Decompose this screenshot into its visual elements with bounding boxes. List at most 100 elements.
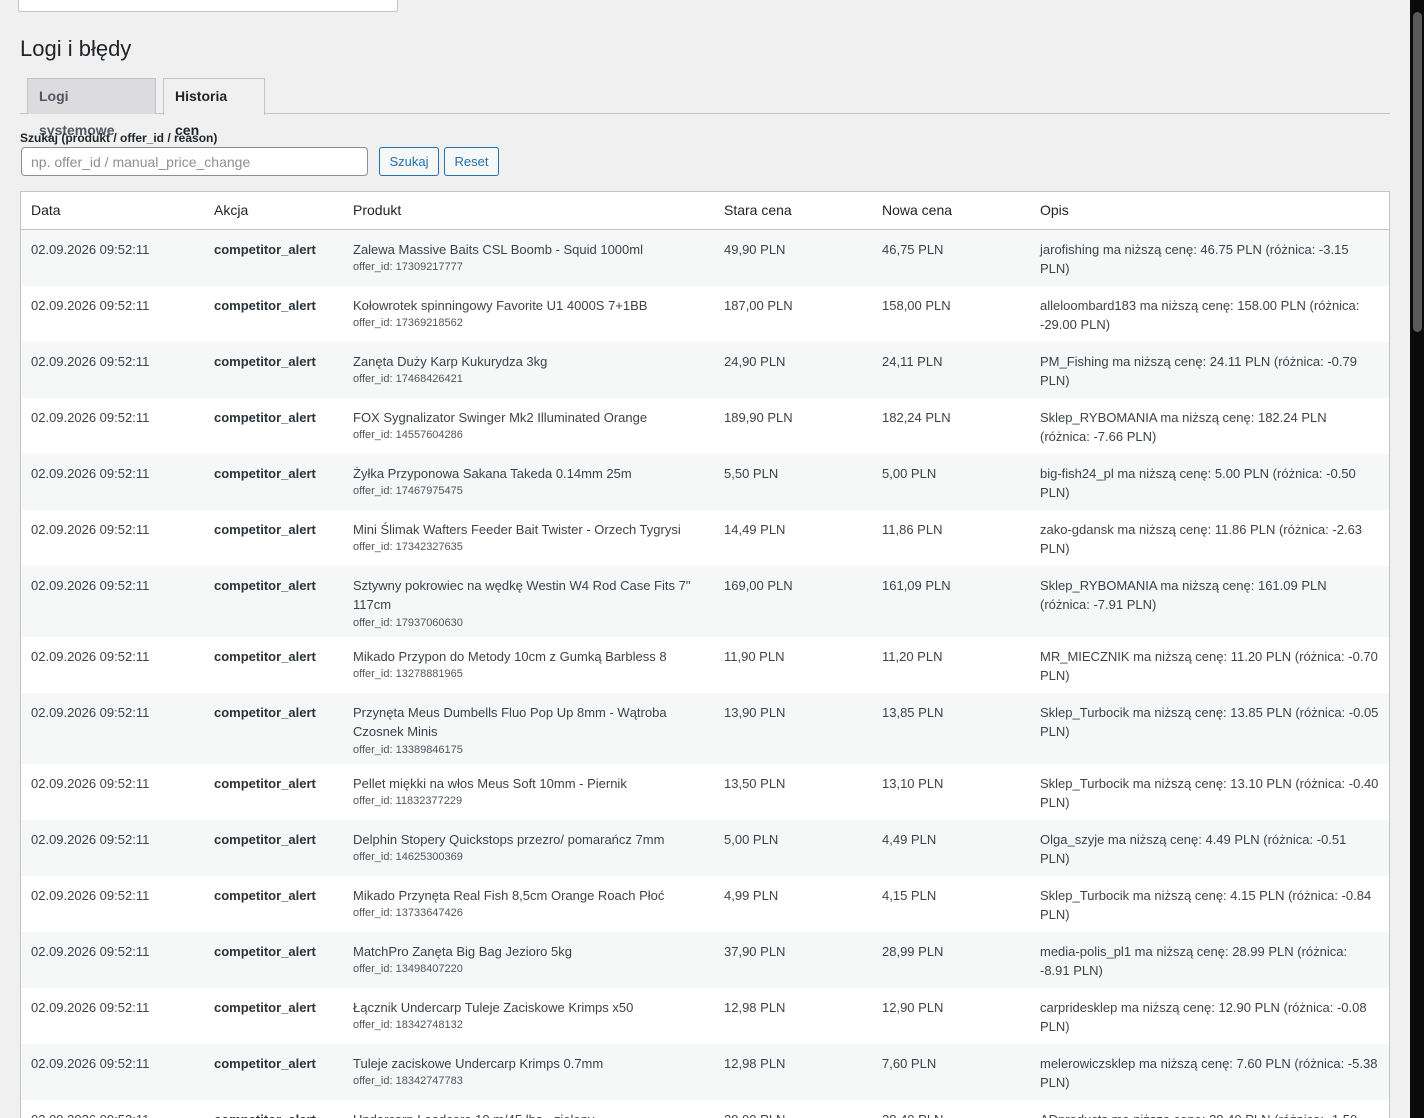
cell-new-price: 13,85 PLN	[882, 704, 944, 720]
table-row: 02.09.2026 09:52:11 competitor_alert Mini …	[21, 509, 1389, 566]
offer-id: offer_id: 17937060630	[353, 616, 463, 629]
cell-old-price: 13,50 PLN	[724, 775, 786, 791]
table-row: 02.09.2026 09:52:11competitor_alert Under…	[21, 1099, 1389, 1118]
cell-description: carpridesklep ma niższą cenę: 12.90 PLN …	[1040, 999, 1367, 1035]
tab-system-logs[interactable]: Logi systemowe	[27, 78, 156, 138]
cell-date: 02.09.2026 09:52:11	[31, 521, 150, 537]
cell-new-price: 161,09 PLN	[882, 577, 951, 593]
cell-product: Mikado Przynęta Real Fish 8,5cm Orange R…	[343, 876, 714, 932]
table-row: 02.09.2026 09:52:11 competitor_alert Kołow…	[21, 285, 1389, 342]
reset-button[interactable]: Reset	[444, 147, 499, 176]
cell-new-price: 28,99 PLN	[882, 943, 944, 959]
column-header-description: Opis	[1030, 192, 1389, 230]
table-row: 02.09.2026 09:52:11 competitor_alert Mikad…	[21, 636, 1389, 693]
cell-new-price: 5,00 PLN	[882, 465, 937, 481]
cell-product: MatchPro Zanęta Big Bag Jezioro 5kg offer…	[343, 932, 714, 988]
cell-date: 02.09.2026 09:52:11	[31, 297, 150, 313]
tab-price-history[interactable]: Historia cen	[163, 78, 265, 138]
cell-product: Pellet miękki na włos Meus Soft 10mm - P…	[343, 764, 714, 820]
cell-action: competitor_alert	[214, 943, 316, 959]
product-name: FOX Sygnalizator Swinger Mk2 Illuminated…	[353, 409, 648, 425]
cell-old-price: 14,49 PLN	[724, 521, 786, 537]
cell-description: melerowiczsklep ma niższą cenę: 7.60 PLN…	[1040, 1055, 1378, 1091]
offer-id: offer_id: 13389846175	[353, 743, 463, 756]
table-row: 02.09.2026 09:52:11 competitor_alert Match…	[21, 931, 1389, 988]
cell-date: 02.09.2026 09:52:11	[31, 704, 150, 720]
cell-old-price: 37,90 PLN	[724, 943, 786, 959]
cell-action: competitor_alert	[204, 1100, 343, 1118]
cell-new-price: 12,90 PLN	[882, 999, 944, 1015]
cell-new-price: 11,20 PLN	[882, 648, 943, 664]
table-row: 02.09.2026 09:52:11 competitor_alert Pelle…	[21, 763, 1389, 820]
product-name: Zalewa Massive Baits CSL Boomb - Squid 1…	[353, 241, 643, 257]
cell-date: 02.09.2026 09:52:11	[31, 999, 150, 1015]
offer-id: offer_id: 17467975475	[353, 485, 463, 497]
cell-old-price: 49,90 PLN	[724, 241, 786, 257]
cell-old-price: 189,90 PLN	[724, 409, 793, 425]
offer-id: offer_id: 17342327635	[353, 541, 463, 553]
cell-new-price: 11,86 PLN	[882, 521, 943, 537]
cell-action: competitor_alert	[214, 887, 316, 903]
offer-id: offer_id: 17468426421	[353, 373, 463, 385]
price-history-table: Data Akcja Produkt Stara cena Nowa cena …	[20, 191, 1390, 1118]
table-row: 02.09.2026 09:52:11 competitor_alert Sztyw…	[21, 565, 1389, 637]
cell-description: Sklep_Turbocik ma niższą cenę: 13.85 PLN…	[1040, 704, 1379, 740]
search-button[interactable]: Szukaj	[379, 147, 439, 176]
cell-description: media-polis_pl1 ma niższą cenę: 28.99 PL…	[1040, 943, 1348, 979]
cell-description: ADproducts ma niższą cenę: 28.40 PLN (ró…	[1030, 1100, 1389, 1118]
product-name: Żyłka Przyponowa Sakana Takeda 0.14mm 25…	[353, 465, 632, 481]
cell-date: 02.09.2026 09:52:11	[31, 775, 150, 791]
table-row: 02.09.2026 09:52:11 competitor_alert Delph…	[21, 819, 1389, 876]
column-header-new-price: Nowa cena	[872, 192, 1030, 230]
cell-new-price: 13,10 PLN	[882, 775, 944, 791]
cell-action: competitor_alert	[214, 704, 316, 720]
product-name: Mini Ślimak Wafters Feeder Bait Twister …	[353, 521, 681, 537]
cell-old-price: 29,90 PLN	[714, 1100, 872, 1118]
scrollbar-thumb[interactable]	[1413, 12, 1422, 332]
cell-date: 02.09.2026 09:52:11	[31, 831, 150, 847]
page-scrollbar[interactable]	[1410, 0, 1424, 1118]
offer-id: offer_id: 17369218562	[353, 317, 463, 329]
cell-description: MR_MIECZNIK ma niższą cenę: 11.20 PLN (r…	[1040, 648, 1378, 684]
cell-description: Sklep_Turbocik ma niższą cenę: 4.15 PLN …	[1040, 887, 1372, 923]
cell-description: zako-gdansk ma niższą cenę: 11.86 PLN (r…	[1040, 521, 1363, 557]
cell-old-price: 187,00 PLN	[724, 297, 793, 313]
cell-date: 02.09.2026 09:52:11	[31, 577, 150, 593]
column-header-action: Akcja	[204, 192, 343, 230]
cell-action: competitor_alert	[214, 999, 316, 1015]
cell-action: competitor_alert	[214, 1055, 316, 1071]
offer-id: offer_id: 13498407220	[353, 963, 463, 975]
cell-date: 02.09.2026 09:52:11	[31, 353, 150, 369]
tab-bar: Logi systemowe Historia cen	[20, 78, 1390, 138]
top-input-box[interactable]	[18, 0, 398, 12]
search-input[interactable]	[21, 147, 368, 176]
cell-old-price: 24,90 PLN	[724, 353, 786, 369]
cell-action: competitor_alert	[214, 521, 316, 537]
cell-date: 02.09.2026 09:52:11	[31, 648, 150, 664]
cell-old-price: 169,00 PLN	[724, 577, 793, 593]
cell-date: 02.09.2026 09:52:11	[31, 943, 150, 959]
product-name: Undercarp Leadcore 10 m/45 lbs - zielony	[353, 1112, 594, 1118]
cell-new-price: 7,60 PLN	[882, 1055, 937, 1071]
table-row: 02.09.2026 09:52:11 competitor_alert Zanęt…	[21, 341, 1389, 398]
offer-id: offer_id: 18342747783	[353, 1075, 463, 1087]
cell-product: Sztywny pokrowiec na wędkę Westin W4 Rod…	[343, 566, 714, 637]
cell-action: competitor_alert	[214, 648, 316, 664]
cell-product: Żyłka Przyponowa Sakana Takeda 0.14mm 25…	[343, 454, 714, 510]
page-title: Logi i błędy	[20, 36, 132, 61]
cell-description: alleloombard183 ma niższą cenę: 158.00 P…	[1040, 297, 1360, 333]
cell-product: Undercarp Leadcore 10 m/45 lbs - zielony	[343, 1100, 714, 1118]
cell-action: competitor_alert	[214, 577, 316, 593]
product-name: Przynęta Meus Dumbells Fluo Pop Up 8mm -…	[353, 704, 667, 740]
table-row: 02.09.2026 09:52:11 competitor_alert Żyłka…	[21, 453, 1389, 510]
column-header-product: Produkt	[343, 192, 714, 230]
cell-product: Przynęta Meus Dumbells Fluo Pop Up 8mm -…	[343, 693, 714, 764]
cell-action: competitor_alert	[214, 353, 316, 369]
offer-id: offer_id: 13278881965	[353, 668, 463, 680]
offer-id: offer_id: 18342748132	[353, 1019, 463, 1031]
cell-action: competitor_alert	[214, 775, 316, 791]
cell-product: FOX Sygnalizator Swinger Mk2 Illuminated…	[343, 398, 714, 454]
cell-product: Mikado Przypon do Metody 10cm z Gumką Ba…	[343, 637, 714, 693]
cell-new-price: 158,00 PLN	[882, 297, 951, 313]
cell-date: 02.09.2026 09:52:11	[31, 409, 150, 425]
